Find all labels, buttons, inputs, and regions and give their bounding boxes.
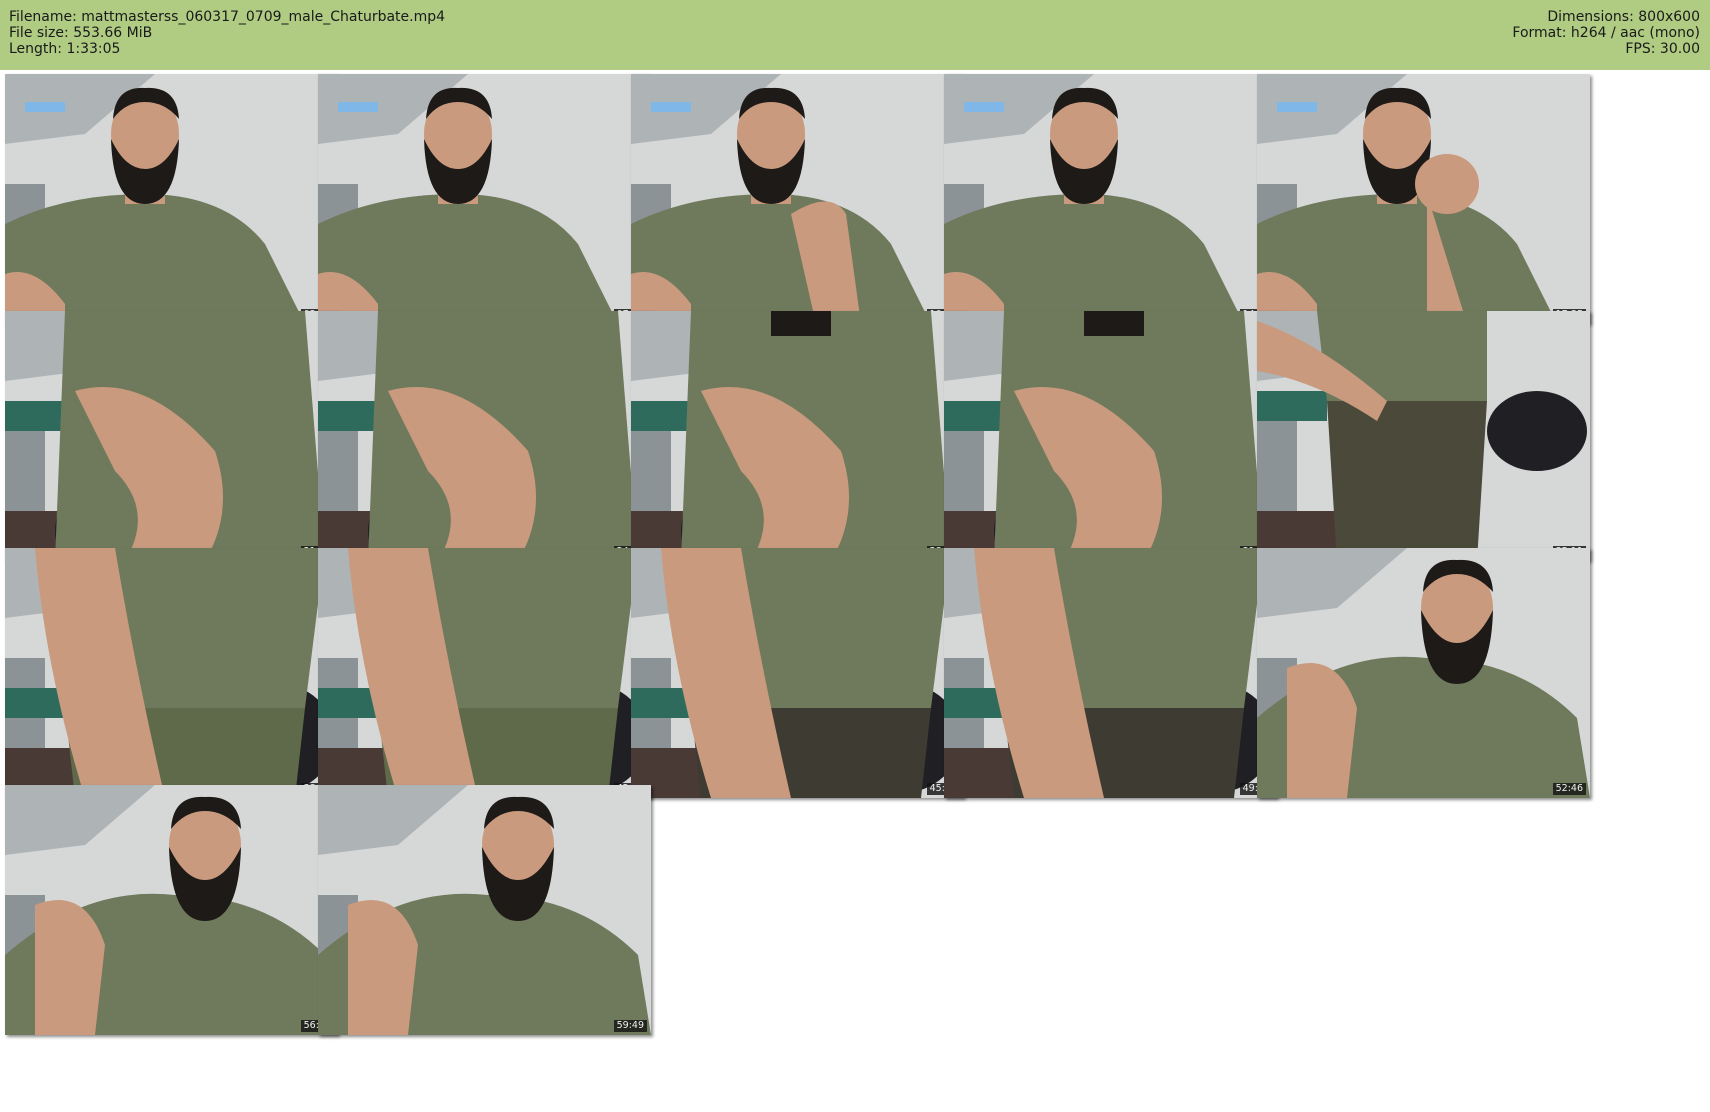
thumbnail-frame: [631, 548, 964, 798]
thumbnail-12: 42:13: [318, 548, 651, 798]
thumbnail-13: 45:44: [631, 548, 964, 798]
timestamp-label: 59:49: [613, 1020, 647, 1032]
thumbnail-14: 49:15: [944, 548, 1277, 798]
thumbnail-frame: [1257, 74, 1590, 324]
thumbnail-17: 59:49: [318, 785, 651, 1035]
thumbnail-frame: [318, 785, 651, 1035]
thumbnail-3: 10:33: [631, 74, 964, 324]
thumbnail-frame: [318, 74, 651, 324]
thumbnail-frame: [1257, 311, 1590, 561]
thumbnail-5: 17:35: [1257, 74, 1590, 324]
timestamp-label: 52:46: [1552, 783, 1586, 795]
thumbnail-frame: [631, 311, 964, 561]
thumbnail-frame: [1257, 548, 1590, 798]
thumbnail-frame: [5, 785, 338, 1035]
thumbnail-frame: [5, 74, 338, 324]
thumbnail-10: 35:11: [1257, 311, 1590, 561]
thumbnail-1: 03:31: [5, 74, 338, 324]
thumbnail-15: 52:46: [1257, 548, 1590, 798]
thumbnail-2: 07:02: [318, 74, 651, 324]
thumbnail-11: 38:42: [5, 548, 338, 798]
thumbnail-frame: [944, 548, 1277, 798]
thumbnail-6: 21:06: [5, 311, 338, 561]
thumbnail-frame: [944, 74, 1277, 324]
thumbnail-frame: [631, 74, 964, 324]
thumbnail-16: 56:17: [5, 785, 338, 1035]
thumbnail-4: 14:04: [944, 74, 1277, 324]
thumbnail-7: 24:37: [318, 311, 651, 561]
thumbnail-frame: [5, 548, 338, 798]
thumbnail-frame: [318, 311, 651, 561]
thumbnail-grid: 03:3107:0210:3314:0417:35 21:0624:3728:08…: [0, 0, 1710, 1112]
thumbnail-frame: [5, 311, 338, 561]
thumbnail-9: 31:40: [944, 311, 1277, 561]
thumbnail-8: 28:08: [631, 311, 964, 561]
thumbnail-frame: [944, 311, 1277, 561]
thumbnail-frame: [318, 548, 651, 798]
